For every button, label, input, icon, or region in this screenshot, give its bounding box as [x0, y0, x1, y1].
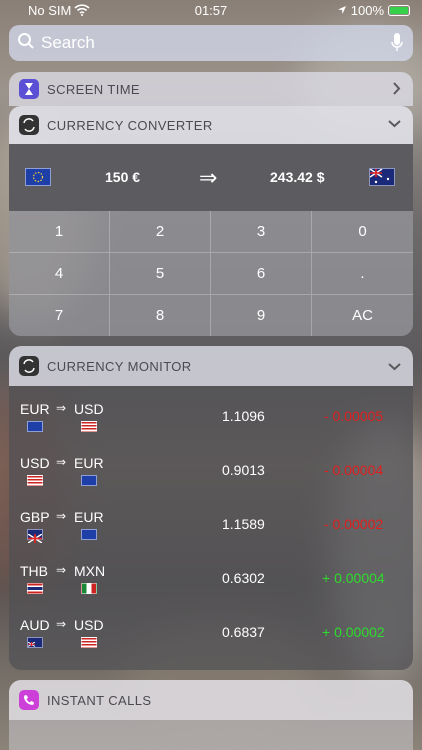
microphone-icon[interactable]: [391, 33, 403, 58]
eu-flag-icon: [81, 529, 97, 540]
change-value: - 0.00002: [324, 516, 384, 532]
key-9[interactable]: 9: [211, 295, 312, 336]
status-bar: No SIM 01:57 100%: [0, 0, 422, 22]
to-currency: EUR: [74, 509, 104, 525]
instant-calls-body: [9, 720, 413, 750]
search-icon: [17, 32, 35, 55]
list-item[interactable]: EUR ⇒ USD 1.1096 - 0.00005: [9, 386, 413, 440]
from-amount: 150 €: [105, 169, 141, 185]
conversion-display: 150 € ⇒ 243.42 $: [9, 144, 413, 211]
key-5[interactable]: 5: [110, 253, 211, 295]
location-icon: [337, 3, 347, 18]
list-item[interactable]: THB ⇒ MXN 0.6302 + 0.00004: [9, 548, 413, 602]
exchange-app-icon: [19, 115, 39, 135]
chevron-down-icon[interactable]: [388, 359, 401, 374]
key-8[interactable]: 8: [110, 295, 211, 336]
pair-arrow-icon: ⇒: [56, 509, 67, 523]
currency-monitor-header[interactable]: CURRENCY MONITOR: [9, 346, 413, 386]
key-7[interactable]: 7: [9, 295, 110, 336]
keypad: 1 2 3 0 4 5 6 . 7 8 9 AC: [9, 211, 413, 336]
eu-flag-icon: [27, 421, 43, 432]
key-decimal[interactable]: .: [312, 253, 413, 295]
from-currency: EUR: [20, 401, 50, 417]
from-currency: GBP: [20, 509, 50, 525]
key-2[interactable]: 2: [110, 211, 211, 253]
to-currency: USD: [74, 401, 104, 417]
mx-flag-icon: [81, 583, 97, 594]
change-value: - 0.00005: [324, 408, 384, 424]
from-currency: AUD: [20, 617, 50, 633]
key-0[interactable]: 0: [312, 211, 413, 253]
to-amount: 243.42 $: [270, 169, 325, 185]
rate-value: 0.9013: [222, 462, 265, 478]
screen-time-header[interactable]: SCREEN TIME: [9, 72, 413, 106]
search-bar[interactable]: Search: [9, 25, 413, 61]
exchange-app-icon: [19, 356, 39, 376]
instant-calls-header[interactable]: INSTANT CALLS: [9, 680, 413, 720]
to-currency: USD: [74, 617, 104, 633]
key-4[interactable]: 4: [9, 253, 110, 295]
rate-value: 1.1589: [222, 516, 265, 532]
change-value: + 0.00002: [322, 624, 385, 640]
hourglass-icon: [19, 79, 39, 99]
rate-value: 0.6837: [222, 624, 265, 640]
eu-flag-icon: [81, 475, 97, 486]
change-value: + 0.00004: [322, 570, 385, 586]
pair-arrow-icon: ⇒: [56, 617, 67, 631]
instant-calls-title: INSTANT CALLS: [47, 692, 152, 708]
eu-flag-icon[interactable]: [25, 168, 51, 186]
chevron-down-icon[interactable]: [388, 116, 401, 131]
currency-monitor-title: CURRENCY MONITOR: [47, 358, 192, 374]
battery-icon: [388, 5, 410, 16]
uk-flag-icon: [27, 529, 43, 544]
currency-converter-header[interactable]: CURRENCY CONVERTER: [9, 106, 413, 144]
key-6[interactable]: 6: [211, 253, 312, 295]
pair-arrow-icon: ⇒: [56, 563, 67, 577]
us-flag-icon: [81, 637, 97, 648]
screen-time-title: SCREEN TIME: [47, 81, 141, 97]
search-placeholder: Search: [41, 33, 95, 52]
list-item[interactable]: AUD ⇒ USD 0.6837 + 0.00002: [9, 602, 413, 656]
list-item[interactable]: GBP ⇒ EUR 1.1589 - 0.00002: [9, 494, 413, 548]
pair-arrow-icon: ⇒: [56, 455, 67, 469]
from-currency: THB: [20, 563, 48, 579]
convert-arrow-icon: ⇒: [199, 165, 218, 190]
pair-arrow-icon: ⇒: [56, 401, 67, 415]
phone-icon: [19, 690, 39, 710]
list-item[interactable]: USD ⇒ EUR 0.9013 - 0.00004: [9, 440, 413, 494]
currency-converter-title: CURRENCY CONVERTER: [47, 117, 213, 133]
currency-monitor-widget: CURRENCY MONITOR EUR ⇒ USD 1.1096 - 0.00…: [9, 346, 413, 670]
chevron-right-icon[interactable]: [393, 82, 401, 98]
to-currency: EUR: [74, 455, 104, 471]
th-flag-icon: [27, 583, 43, 594]
change-value: - 0.00004: [324, 462, 384, 478]
rate-value: 0.6302: [222, 570, 265, 586]
au-flag-icon[interactable]: [369, 168, 395, 186]
key-3[interactable]: 3: [211, 211, 312, 253]
from-currency: USD: [20, 455, 50, 471]
to-currency: MXN: [74, 563, 106, 579]
au-flag-icon: [27, 637, 43, 648]
us-flag-icon: [27, 475, 43, 486]
rate-value: 1.1096: [222, 408, 265, 424]
key-clear[interactable]: AC: [312, 295, 413, 336]
us-flag-icon: [81, 421, 97, 432]
key-1[interactable]: 1: [9, 211, 110, 253]
currency-converter-widget: CURRENCY CONVERTER 150 € ⇒ 243.42 $ 1 2 …: [9, 106, 413, 336]
battery-percent: 100%: [350, 3, 384, 18]
